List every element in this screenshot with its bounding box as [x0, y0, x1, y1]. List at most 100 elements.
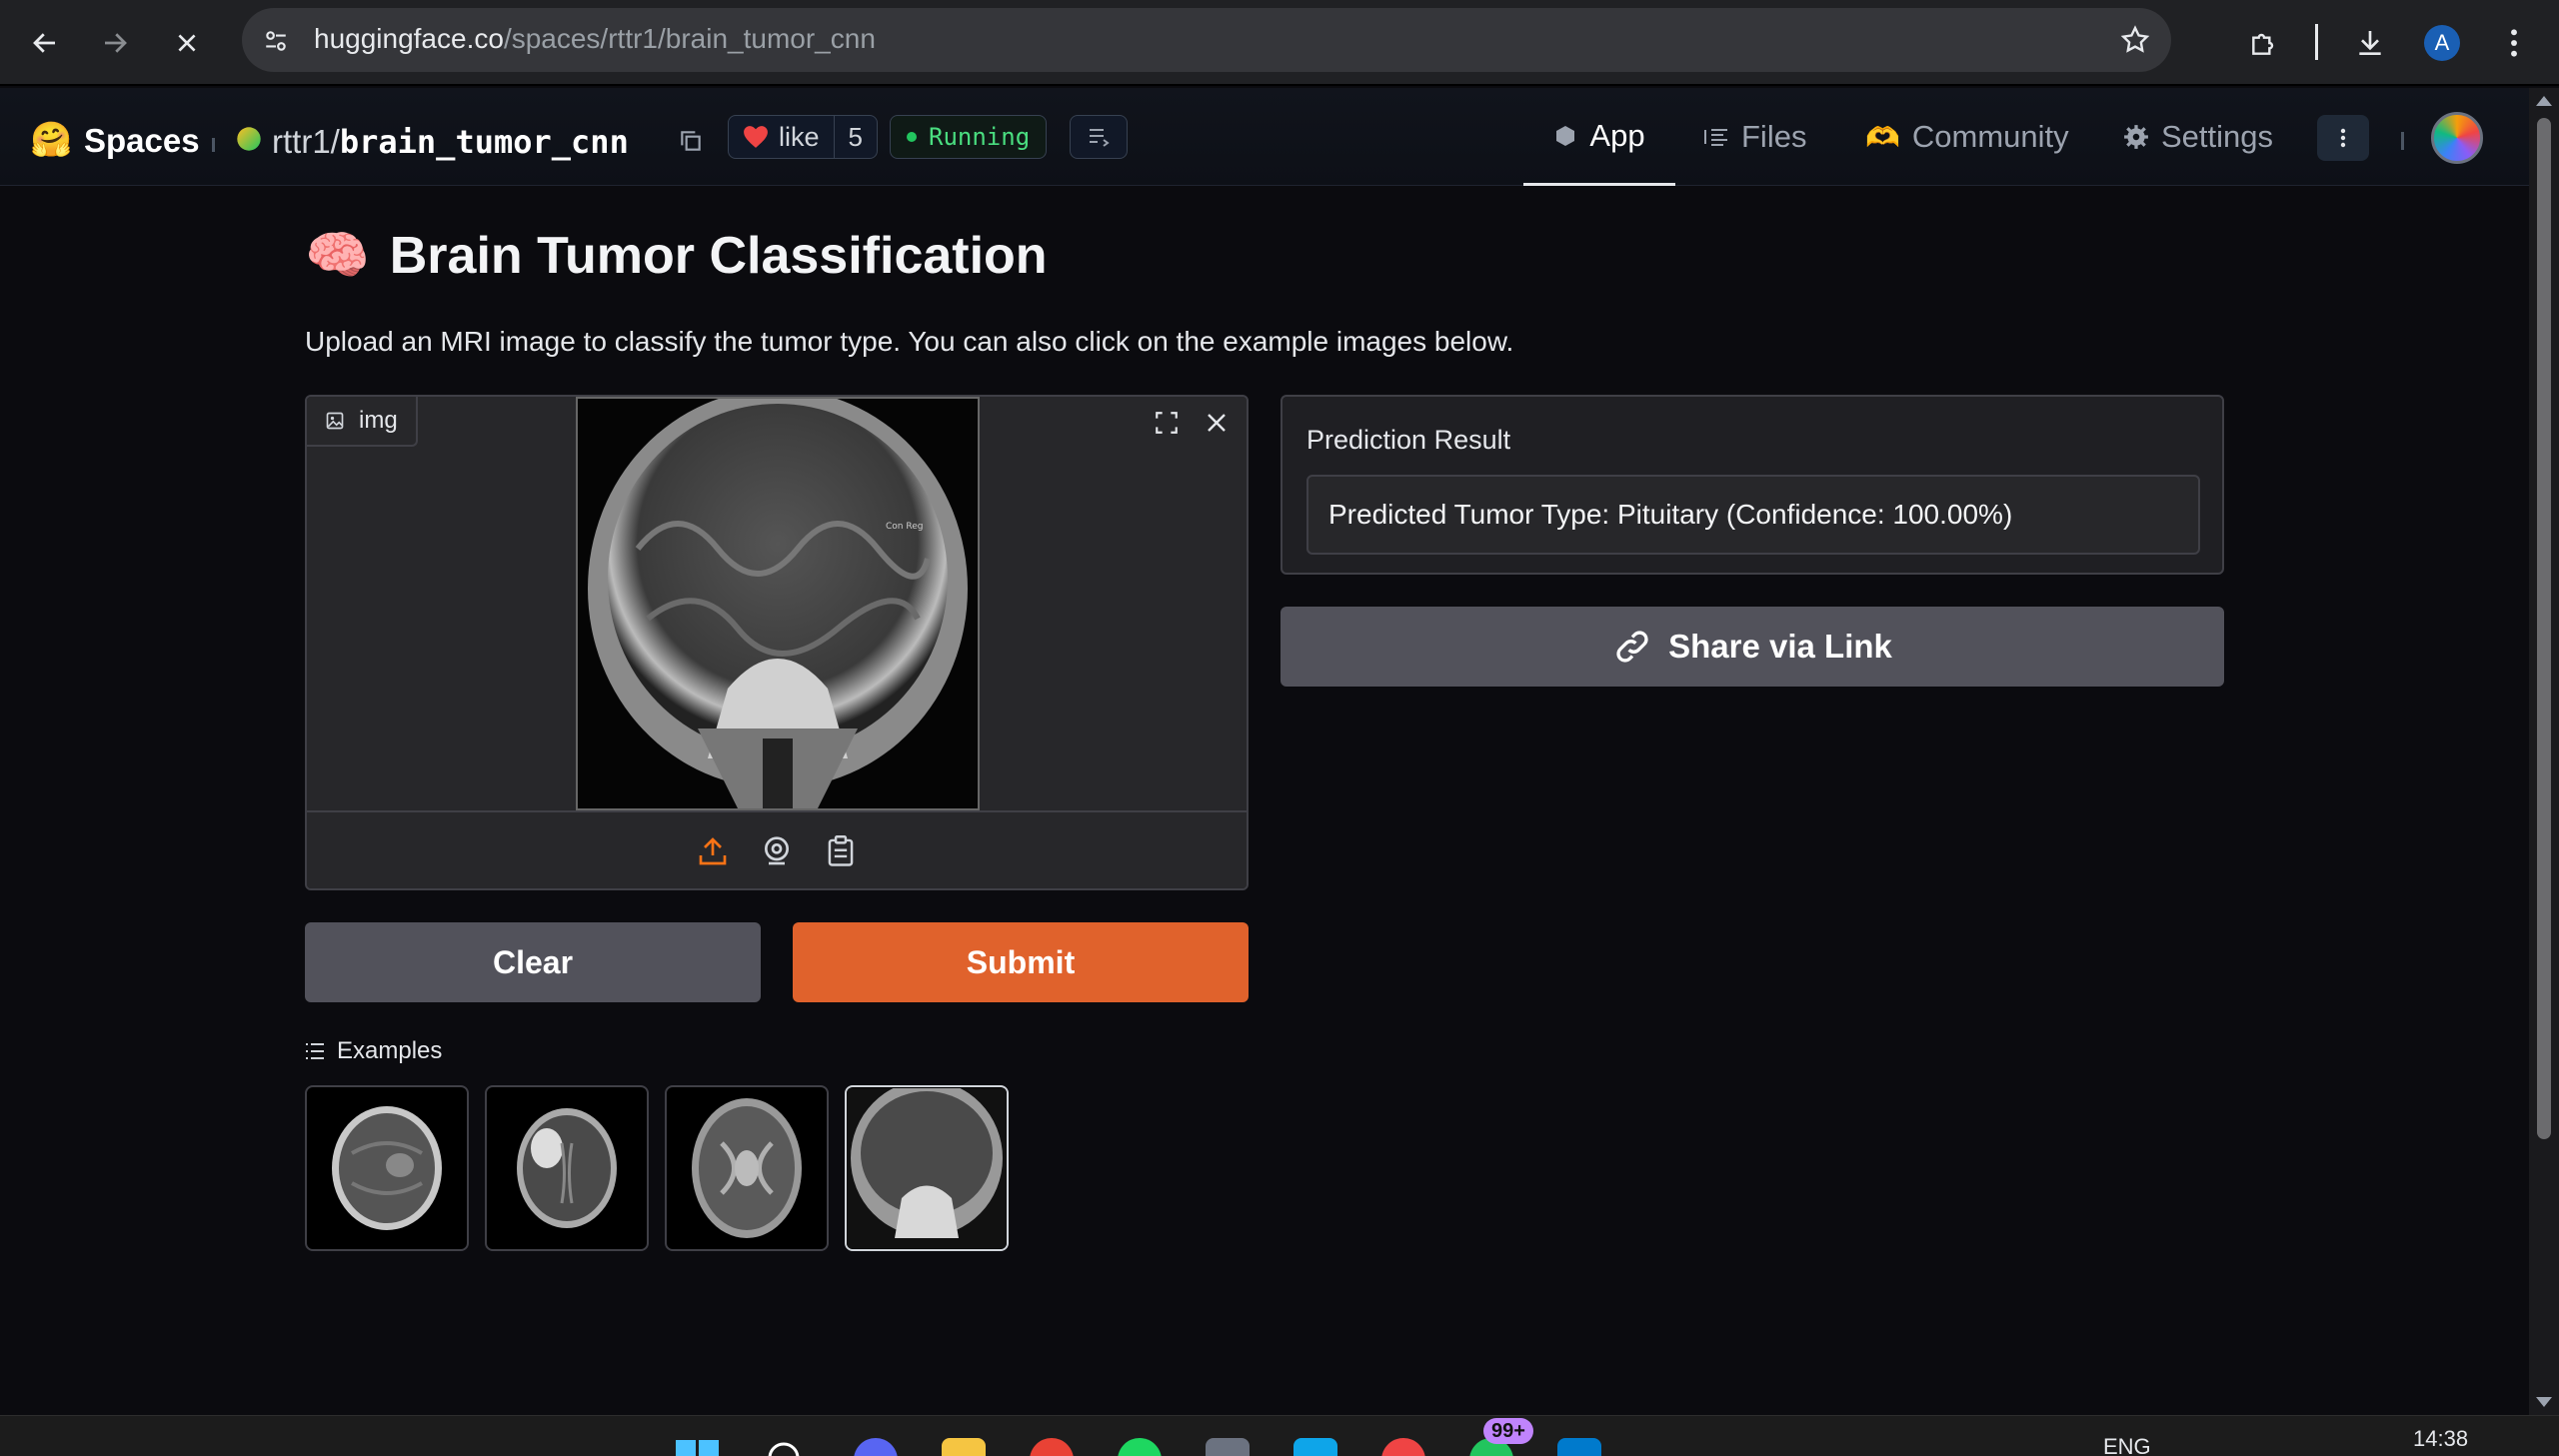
- fullscreen-button[interactable]: [1145, 403, 1189, 443]
- header-separator: [212, 138, 215, 152]
- repo-name: rttr1/brain_tumor_cnn: [272, 123, 629, 161]
- browser-toolbar: huggingface.co/spaces/rttr1/brain_tumor_…: [0, 0, 2559, 86]
- examples-header: Examples: [305, 1037, 442, 1065]
- clear-button[interactable]: Clear: [305, 922, 761, 1002]
- downloads-button[interactable]: [2341, 14, 2399, 72]
- clipboard-button[interactable]: [821, 831, 861, 871]
- submit-button[interactable]: Submit: [793, 922, 1249, 1002]
- chrome-icon[interactable]: [1030, 1438, 1074, 1456]
- forward-button[interactable]: [86, 14, 144, 72]
- store-icon[interactable]: [1293, 1438, 1337, 1456]
- site-settings-icon: [266, 31, 286, 51]
- file-explorer-icon[interactable]: [942, 1438, 986, 1456]
- image-preview-area[interactable]: Con Reg: [307, 397, 1247, 810]
- example-image[interactable]: [665, 1085, 829, 1251]
- download-icon: [2359, 31, 2381, 55]
- image-icon: [326, 412, 344, 430]
- kebab-menu-icon: [2340, 128, 2346, 148]
- tab-app[interactable]: App: [1523, 88, 1675, 186]
- hugging-face-logo[interactable]: 🤗: [30, 120, 72, 160]
- extensions-button[interactable]: [2235, 14, 2293, 72]
- header-separator: [2401, 132, 2404, 150]
- clock[interactable]: 14:38: [2413, 1426, 2468, 1452]
- list-icon: [306, 1043, 324, 1059]
- upload-button[interactable]: [693, 831, 733, 871]
- community-icon: 🫶: [1865, 121, 1900, 153]
- svg-text:Con Reg: Con Reg: [886, 522, 923, 532]
- browser-menu-button[interactable]: [2485, 14, 2543, 72]
- upload-icon: [699, 837, 727, 865]
- windows-start-icon[interactable]: [676, 1440, 720, 1456]
- running-dot-icon: [907, 132, 917, 142]
- gear-icon: [2124, 125, 2148, 149]
- webcam-button[interactable]: [757, 831, 797, 871]
- address-bar[interactable]: huggingface.co/spaces/rttr1/brain_tumor_…: [242, 8, 2171, 72]
- spaces-link[interactable]: Spaces: [84, 122, 200, 160]
- profile-button[interactable]: A: [2413, 14, 2471, 72]
- app-icon[interactable]: [1381, 1438, 1425, 1456]
- brain-icon: 🧠: [305, 227, 370, 285]
- image-toolbar: [1145, 403, 1239, 443]
- page-scrollbar[interactable]: [2529, 88, 2559, 1415]
- logs-icon: [1090, 129, 1110, 147]
- arrow-right-icon: [105, 33, 127, 53]
- app-description: Upload an MRI image to classify the tumo…: [305, 326, 1514, 357]
- search-icon[interactable]: [766, 1440, 806, 1456]
- os-taskbar: 99+ ENG 14:38: [0, 1415, 2559, 1456]
- scrollbar-thumb[interactable]: [2537, 118, 2551, 1139]
- prediction-output: Prediction Result Predicted Tumor Type: …: [1280, 395, 2224, 575]
- owner-link[interactable]: rttr1: [272, 123, 331, 160]
- tab-community[interactable]: 🫶 Community: [1865, 88, 2069, 186]
- tab-settings[interactable]: Settings: [2123, 88, 2273, 186]
- vscode-icon[interactable]: [1557, 1438, 1601, 1456]
- logs-button[interactable]: [1070, 115, 1128, 159]
- scroll-up-arrow-icon[interactable]: [2536, 96, 2552, 106]
- like-button[interactable]: like 5: [728, 115, 878, 159]
- notification-badge: 99+: [1483, 1418, 1533, 1444]
- examples-gallery: [305, 1085, 1009, 1251]
- clear-image-button[interactable]: [1195, 403, 1239, 443]
- clipboard-icon: [828, 835, 854, 866]
- heart-icon: [744, 126, 768, 148]
- back-button[interactable]: [16, 14, 74, 72]
- copy-icon[interactable]: [678, 128, 704, 154]
- bookmark-star-icon[interactable]: [2119, 24, 2151, 56]
- files-icon: [1704, 129, 1727, 146]
- example-image[interactable]: [845, 1085, 1009, 1251]
- page-title: 🧠 Brain Tumor Classification: [305, 226, 1048, 286]
- example-image[interactable]: [485, 1085, 649, 1251]
- prediction-textbox[interactable]: Predicted Tumor Type: Pituitary (Confide…: [1306, 475, 2200, 555]
- profile-avatar: A: [2424, 25, 2460, 61]
- url-text: huggingface.co/spaces/rttr1/brain_tumor_…: [314, 23, 876, 54]
- webcam-icon: [765, 836, 789, 865]
- tab-files[interactable]: Files: [1703, 88, 1806, 186]
- example-image[interactable]: [305, 1085, 469, 1251]
- puzzle-icon: [2252, 33, 2274, 55]
- status-badge[interactable]: Running: [890, 115, 1048, 159]
- link-icon: [1616, 631, 1648, 663]
- cube-icon: [1556, 125, 1575, 146]
- toolbar-divider: [2315, 24, 2318, 60]
- prediction-label: Prediction Result: [1306, 425, 1511, 455]
- close-icon: [1208, 414, 1226, 432]
- user-avatar[interactable]: [2431, 112, 2483, 164]
- like-count: 5: [848, 121, 863, 152]
- discord-icon[interactable]: [854, 1438, 898, 1456]
- share-link-button[interactable]: Share via Link: [1280, 607, 2224, 687]
- space-header: 🤗 Spaces rttr1/brain_tumor_cnn like 5 Ru…: [0, 88, 2529, 186]
- app-icon[interactable]: [1206, 1438, 1250, 1456]
- space-status-dot-icon: [237, 127, 261, 151]
- like-label: like: [779, 121, 820, 152]
- scroll-down-arrow-icon[interactable]: [2536, 1397, 2552, 1407]
- fullscreen-icon: [1156, 412, 1178, 434]
- arrow-left-icon: [33, 33, 55, 53]
- close-icon: [178, 34, 196, 52]
- space-name-link[interactable]: brain_tumor_cnn: [340, 123, 629, 161]
- stop-button[interactable]: [158, 14, 216, 72]
- kebab-menu-icon: [2511, 29, 2517, 57]
- spotify-icon[interactable]: [1118, 1438, 1162, 1456]
- image-source-toolbar: [307, 810, 1247, 888]
- image-input[interactable]: img Con Reg: [305, 395, 1249, 890]
- language-indicator[interactable]: ENG: [2103, 1434, 2151, 1456]
- more-options-button[interactable]: [2317, 115, 2369, 161]
